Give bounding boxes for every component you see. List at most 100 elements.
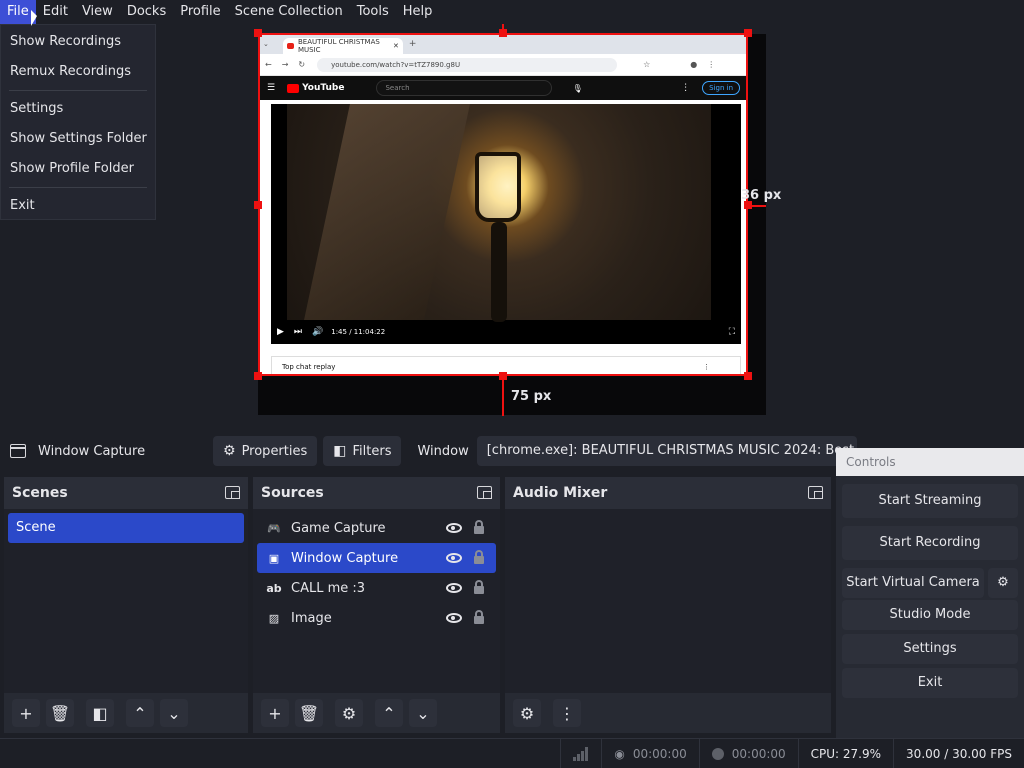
menu-show-profile-folder[interactable]: Show Profile Folder	[1, 154, 155, 184]
menu-tools[interactable]: Tools	[350, 0, 396, 24]
float-dock-icon[interactable]	[477, 486, 492, 499]
menu-edit[interactable]: Edit	[36, 0, 75, 24]
tab-close-icon: ✕	[393, 42, 399, 50]
scene-item[interactable]: Scene	[8, 513, 244, 543]
window-capture-icon	[10, 444, 26, 458]
properties-button[interactable]: ⚙ Properties	[213, 436, 318, 466]
filters-button[interactable]: ◧ Filters	[323, 436, 402, 466]
filters-label: Filters	[352, 443, 392, 459]
menu-remux-recordings[interactable]: Remux Recordings	[1, 57, 155, 87]
new-tab-icon: +	[408, 39, 417, 49]
visibility-eye-icon[interactable]	[446, 553, 462, 563]
visibility-eye-icon[interactable]	[446, 523, 462, 533]
sources-dock: Sources 🎮 Game Capture ▣ Window Capture …	[253, 477, 500, 733]
video-pillar	[304, 104, 470, 320]
visibility-eye-icon[interactable]	[446, 613, 462, 623]
filter-icon: ◧	[333, 443, 347, 459]
scene-filters-button[interactable]: ◧	[86, 699, 114, 727]
youtube-favicon-icon	[286, 43, 294, 49]
audio-mixer-title: Audio Mixer	[513, 485, 608, 501]
chevron-down-icon: ⌄	[167, 703, 181, 723]
resize-handle-left[interactable]	[254, 201, 262, 209]
add-source-button[interactable]: +	[261, 699, 289, 727]
resize-handle-bottom-left[interactable]	[254, 372, 262, 380]
chevron-up-icon: ⌃	[133, 703, 147, 723]
resize-handle-bottom-right[interactable]	[744, 372, 752, 380]
trash-icon: 🗑	[49, 703, 71, 723]
start-virtual-camera-button[interactable]: Start Virtual Camera	[842, 568, 984, 598]
resize-handle-top-left[interactable]	[254, 29, 262, 37]
source-row-window-capture[interactable]: ▣ Window Capture	[257, 543, 496, 573]
menu-show-settings-folder[interactable]: Show Settings Folder	[1, 124, 155, 154]
gears-icon: ⚙	[519, 703, 535, 723]
lock-icon[interactable]	[474, 520, 484, 534]
plus-icon: +	[268, 703, 282, 723]
url-field: youtube.com/watch?v=tTZ7890.g8U	[317, 57, 618, 72]
menu-profile[interactable]: Profile	[173, 0, 227, 24]
lock-icon[interactable]	[474, 580, 484, 594]
visibility-eye-icon[interactable]	[446, 583, 462, 593]
youtube-logo-text: YouTube	[302, 83, 345, 93]
youtube-sign-in-button: Sign in	[702, 81, 740, 95]
source-row-text[interactable]: ab CALL me :3	[257, 573, 496, 603]
scenes-dock-title: Scenes	[4, 477, 248, 509]
menu-show-recordings[interactable]: Show Recordings	[1, 27, 155, 57]
menu-scene-collection[interactable]: Scene Collection	[228, 0, 350, 24]
move-source-down-button[interactable]: ⌄	[409, 699, 437, 727]
trash-icon: 🗑	[298, 703, 320, 723]
start-recording-button[interactable]: Start Recording	[842, 526, 1018, 560]
start-streaming-button[interactable]: Start Streaming	[842, 484, 1018, 518]
float-dock-icon[interactable]	[225, 486, 240, 499]
gamepad-icon: 🎮	[267, 521, 281, 535]
audio-mixer-dock: Audio Mixer ⚙ ⋮	[505, 477, 831, 733]
next-icon: ⏭	[293, 327, 303, 337]
menu-help[interactable]: Help	[396, 0, 440, 24]
plus-icon: +	[19, 703, 33, 723]
move-source-up-button[interactable]: ⌃	[375, 699, 403, 727]
record-dot-icon	[711, 747, 724, 760]
window-icon: ▣	[268, 551, 280, 565]
hamburger-icon: ☰	[267, 83, 276, 93]
advanced-audio-button[interactable]: ⚙	[513, 699, 541, 727]
status-bar: ◉ 00:00:00 00:00:00 CPU: 27.9% 30.00 / 3…	[0, 738, 1024, 768]
move-scene-down-button[interactable]: ⌄	[160, 699, 188, 727]
scenes-dock: Scenes Scene + 🗑 ◧ ⌃ ⌄	[4, 477, 248, 733]
lock-icon[interactable]	[474, 610, 484, 624]
menu-exit[interactable]: Exit	[1, 191, 155, 221]
record-time: 00:00:00	[731, 746, 786, 761]
measure-right-label: 36 px	[741, 188, 782, 203]
menu-docks[interactable]: Docks	[120, 0, 173, 24]
lock-icon[interactable]	[474, 550, 484, 564]
move-scene-up-button[interactable]: ⌃	[126, 699, 154, 727]
audio-mixer-body	[505, 509, 831, 693]
guide-bottom	[502, 376, 504, 416]
menu-separator	[9, 187, 147, 188]
float-dock-icon[interactable]	[808, 486, 823, 499]
fps-readout: 30.00 / 30.00 FPS	[893, 738, 1024, 768]
cpu-usage: CPU: 27.9%	[797, 738, 893, 768]
volume-icon: 🔊	[312, 327, 324, 337]
menu-view[interactable]: View	[75, 0, 120, 24]
source-row-game-capture[interactable]: 🎮 Game Capture	[257, 513, 496, 543]
mic-icon: 🎙	[572, 83, 583, 93]
play-icon: ▶	[277, 327, 284, 337]
menu-settings[interactable]: Settings	[1, 94, 155, 124]
menu-separator	[9, 90, 147, 91]
add-scene-button[interactable]: +	[12, 699, 40, 727]
exit-button[interactable]: Exit	[842, 668, 1018, 698]
guide-right	[748, 205, 766, 207]
window-select[interactable]: [chrome.exe]: BEAUTIFUL CHRISTMAS MUSIC …	[476, 436, 857, 466]
window-label: Window	[417, 443, 469, 459]
studio-mode-button[interactable]: Studio Mode	[842, 600, 1018, 630]
resize-handle-top-right[interactable]	[744, 29, 752, 37]
source-properties-button[interactable]: ⚙	[335, 699, 363, 727]
source-row-image[interactable]: ▨ Image	[257, 603, 496, 633]
chevron-up-icon: ⌃	[382, 703, 396, 723]
youtube-logo: YouTube	[287, 83, 344, 93]
remove-source-button[interactable]: 🗑	[295, 699, 323, 727]
virtual-camera-settings-button[interactable]: ⚙	[988, 568, 1018, 598]
scenes-toolbar: + 🗑 ◧ ⌃ ⌄	[4, 693, 248, 733]
remove-scene-button[interactable]: 🗑	[46, 699, 74, 727]
settings-button[interactable]: Settings	[842, 634, 1018, 664]
audio-mixer-menu-button[interactable]: ⋮	[553, 699, 581, 727]
